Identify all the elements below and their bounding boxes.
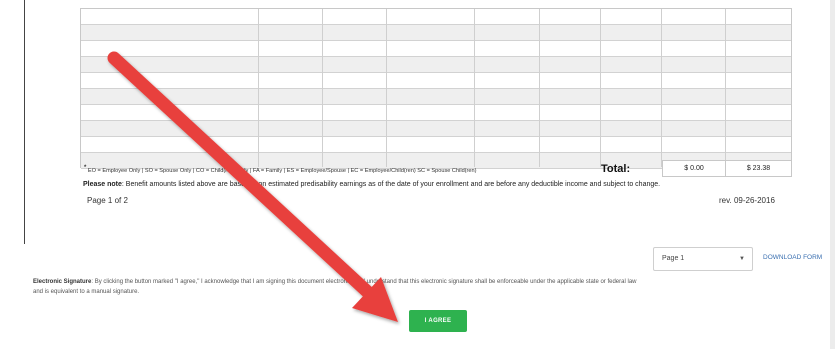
benefit-note: Please note: Benefit amounts listed abov… [83,181,660,188]
column-divider [725,9,726,167]
total-label: Total: [601,163,631,175]
revision-date: rev. 09-26-2016 [719,196,775,205]
esignature-line1: : By clicking the button marked "I agree… [91,279,637,285]
table-row [81,9,791,25]
i-agree-button[interactable]: I AGREE [409,310,467,332]
column-divider [539,9,540,167]
note-label: Please note [83,181,122,188]
page-indicator: Page 1 of 2 [87,196,128,205]
total-value-cell: $ 0.00 [662,160,726,177]
legend-text: EO = Employee Only | SO = Spouse Only | … [87,167,477,174]
legend-marker: * [84,165,87,171]
column-divider [258,9,259,167]
table-row [81,25,791,41]
esignature-text: Electronic Signature: By clicking the bu… [33,277,833,287]
table-row [81,121,791,137]
column-divider [386,9,387,167]
column-divider [600,9,601,167]
table-row [81,73,791,89]
column-divider [474,9,475,167]
table-row [81,105,791,121]
column-divider [661,9,662,167]
left-page-border [24,0,25,244]
column-divider [322,9,323,167]
note-text: : Benefit amounts listed above are based… [121,181,661,188]
coverage-legend: * EO = Employee Only | SO = Spouse Only … [84,165,477,174]
esignature-label: Electronic Signature [33,279,92,285]
download-form-link[interactable]: DOWNLOAD FORM [763,254,822,261]
esignature-line2: and is equivalent to a manual signature. [33,289,140,295]
table-row [81,137,791,153]
total-value-cell: $ 23.38 [725,160,792,177]
benefit-form-table [80,8,792,169]
scrollbar[interactable] [830,0,835,349]
table-row [81,89,791,105]
caret-down-icon: ▼ [739,256,745,262]
table-row [81,41,791,57]
page-select[interactable]: Page 1 ▼ [653,247,753,271]
table-row [81,57,791,73]
page-select-value: Page 1 [662,255,685,262]
